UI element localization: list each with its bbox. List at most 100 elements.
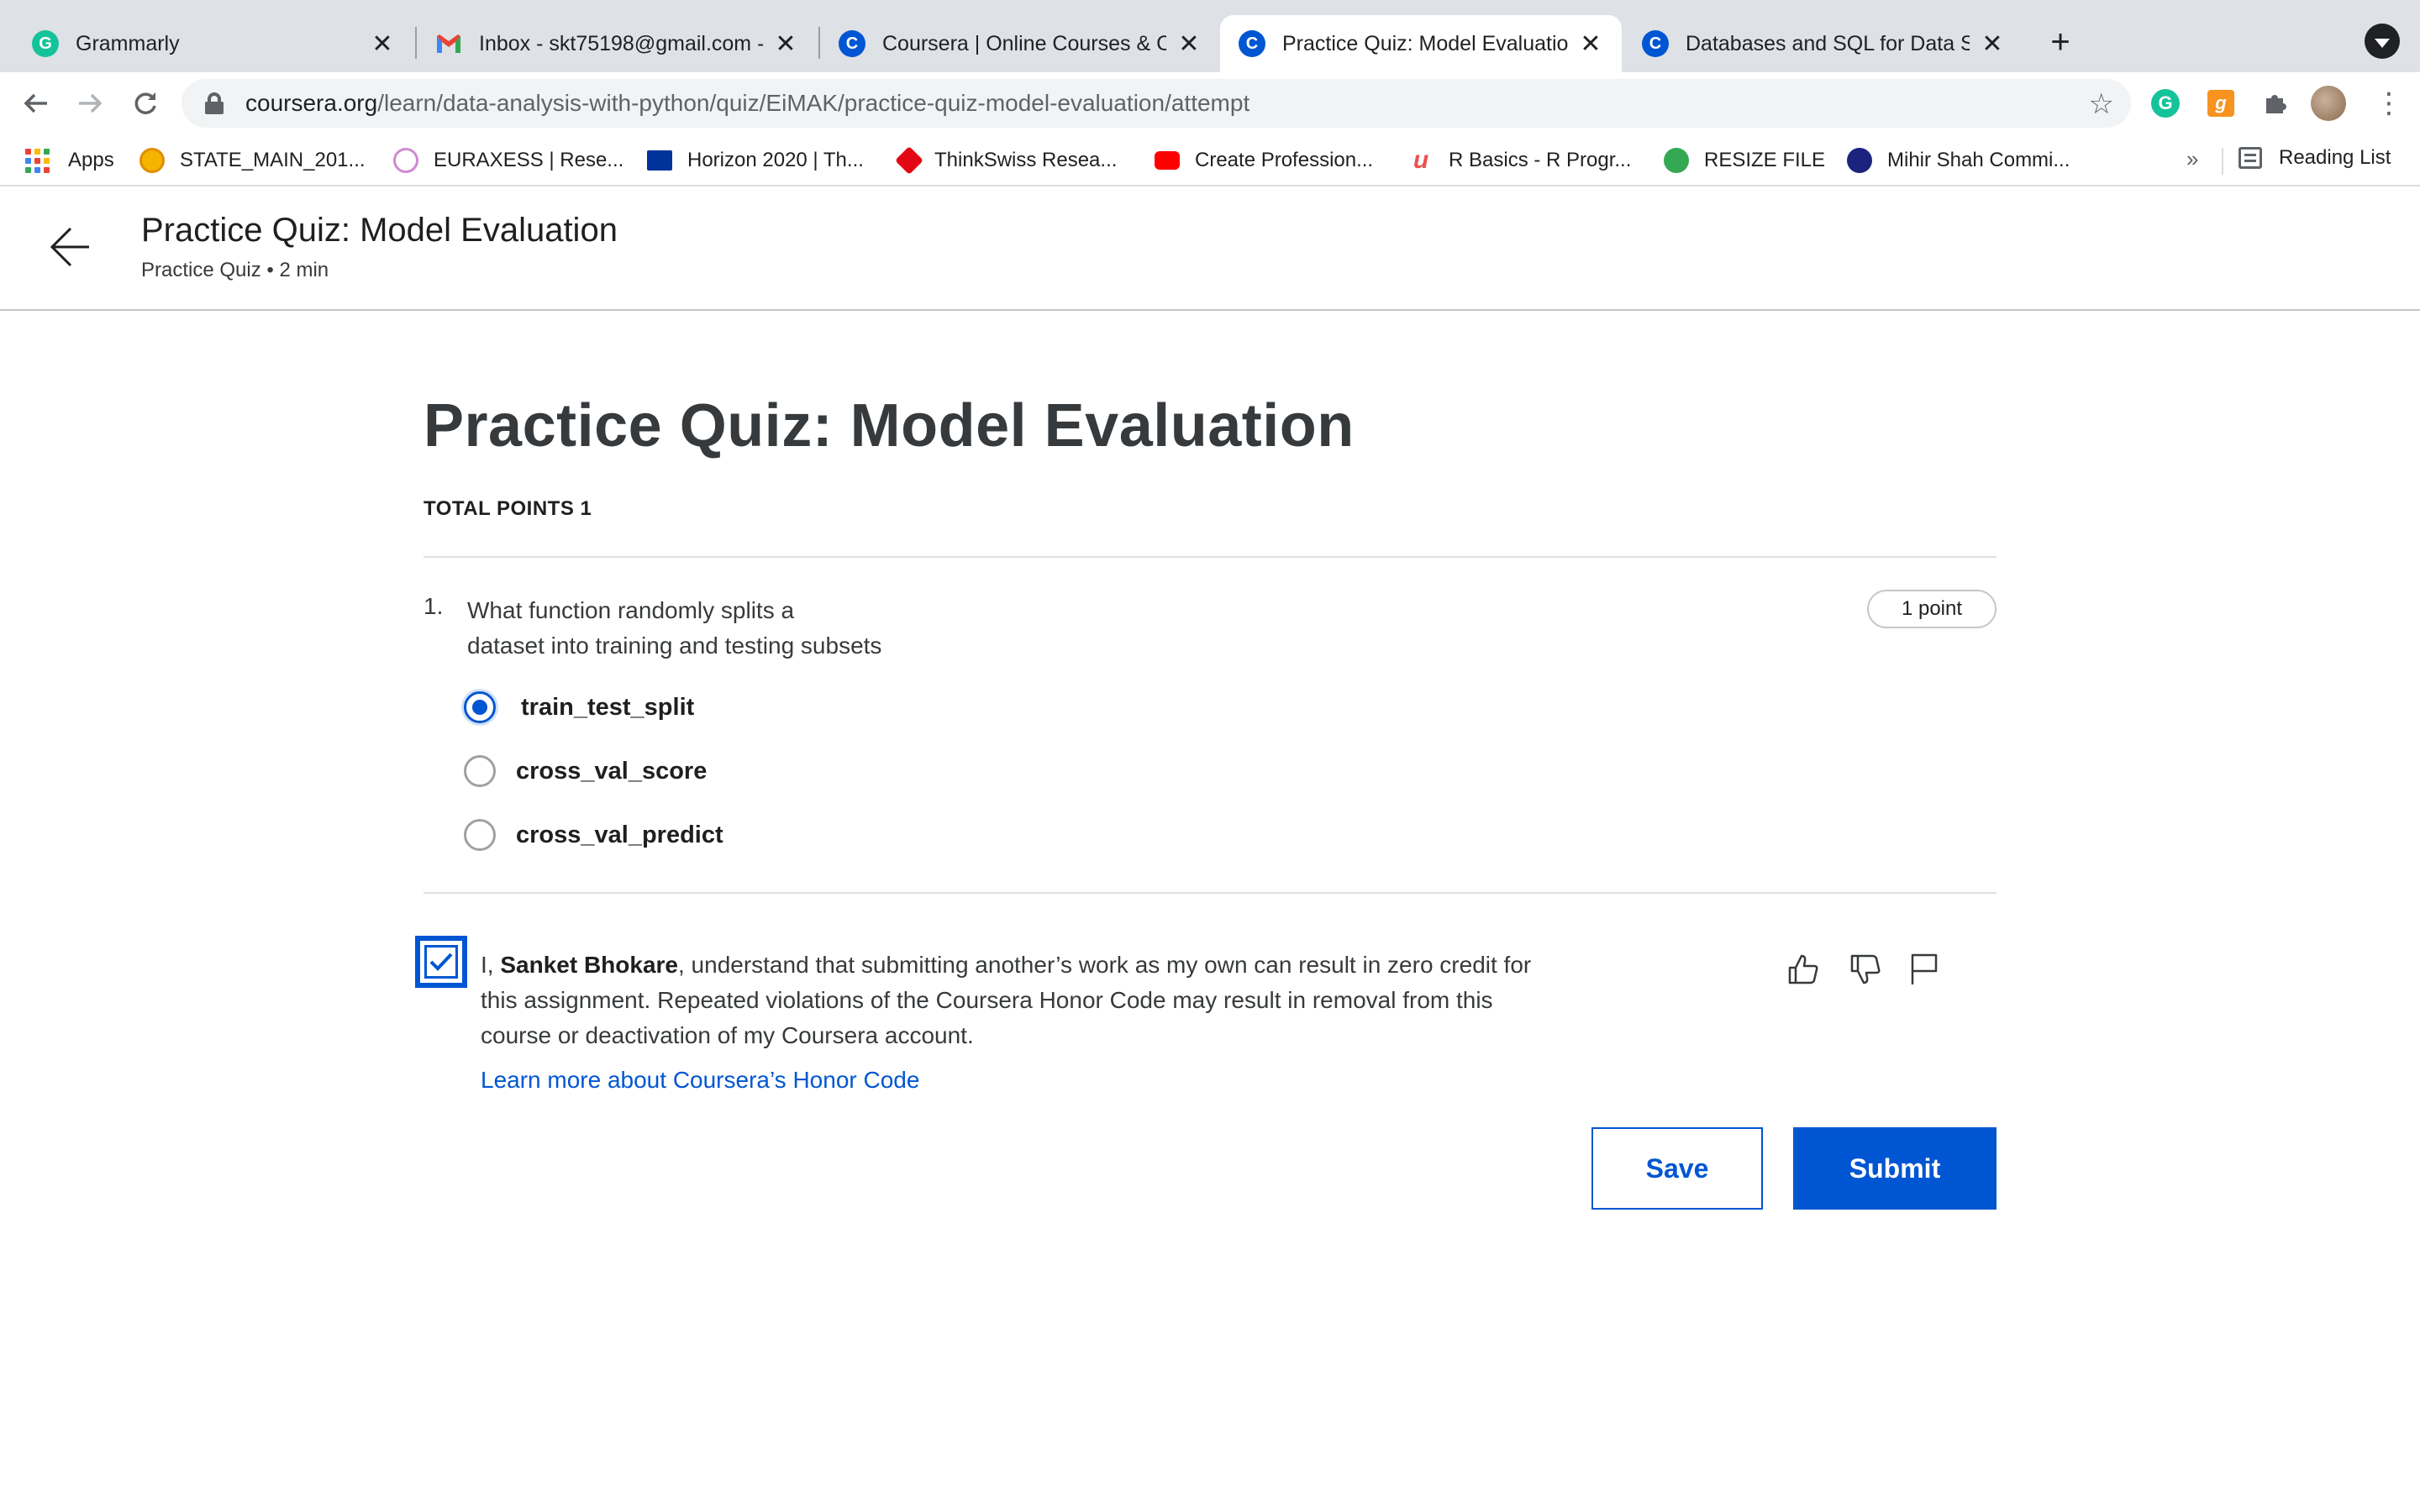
euraxess-icon bbox=[393, 148, 418, 173]
option-cross-val-score[interactable]: cross_val_score bbox=[464, 754, 707, 788]
tab-title: Grammarly bbox=[76, 31, 180, 55]
honor-code-link[interactable]: Learn more about Coursera’s Honor Code bbox=[481, 1067, 919, 1094]
radio-button[interactable] bbox=[464, 755, 496, 787]
save-button[interactable]: Save bbox=[1591, 1127, 1763, 1210]
tab-grammarly[interactable]: G Grammarly ✕ bbox=[13, 15, 413, 72]
mihir-icon bbox=[1847, 148, 1872, 173]
question-text-line: dataset into training and testing subset… bbox=[467, 633, 882, 659]
coursera-icon: C bbox=[839, 30, 865, 57]
bookmark-mihir-shah[interactable]: Mihir Shah Commi... bbox=[1847, 146, 2070, 175]
bookmark-resize-file[interactable]: RESIZE FILE bbox=[1664, 146, 1825, 175]
honor-line: I, Sanket Bhokare, understand that submi… bbox=[481, 952, 1532, 978]
tab-title: Databases and SQL for Data Sc bbox=[1686, 31, 1970, 55]
bookmark-label: Horizon 2020 | Th... bbox=[687, 149, 864, 171]
bookmark-star-icon[interactable]: ☆ bbox=[2089, 87, 2114, 121]
arrow-left-icon bbox=[50, 227, 89, 267]
reading-list-label: Reading List bbox=[2279, 146, 2391, 169]
divider bbox=[424, 556, 1996, 558]
bookmark-label: Create Profession... bbox=[1195, 149, 1374, 171]
forward-button[interactable] bbox=[71, 84, 109, 123]
tab-title: Inbox - skt75198@gmail.com - bbox=[479, 31, 763, 55]
honor-code-statement: I, Sanket Bhokare, understand that submi… bbox=[481, 948, 1607, 1053]
new-tab-button[interactable]: + bbox=[2040, 22, 2081, 62]
tab-coursera[interactable]: C Coursera | Online Courses & Cr ✕ bbox=[820, 15, 1220, 72]
honor-line: course or deactivation of my Coursera ac… bbox=[481, 1022, 974, 1048]
back-to-course-button[interactable] bbox=[47, 223, 94, 270]
puzzle-extensions-icon[interactable] bbox=[2259, 87, 2291, 119]
url-text: coursera.org/learn/data-analysis-with-py… bbox=[245, 90, 1250, 116]
close-icon[interactable]: ✕ bbox=[773, 29, 798, 59]
quiz-page-header: Practice Quiz: Model Evaluation Practice… bbox=[0, 188, 2420, 311]
bookmark-label: Apps bbox=[68, 149, 114, 171]
bookmark-label: STATE_MAIN_201... bbox=[180, 149, 366, 171]
state-icon bbox=[139, 148, 165, 173]
tab-search-icon[interactable] bbox=[2365, 24, 2400, 59]
bookmark-r-basics[interactable]: u R Basics - R Progr... bbox=[1408, 146, 1632, 175]
submit-button[interactable]: Submit bbox=[1793, 1127, 1996, 1210]
bookmarks-bar: Apps STATE_MAIN_201... EURAXESS | Rese..… bbox=[0, 134, 2420, 186]
browser-menu-icon[interactable]: ⋮ bbox=[2375, 86, 2403, 121]
option-label: cross_val_predict bbox=[516, 821, 723, 848]
checkmark-icon bbox=[429, 953, 453, 971]
radio-button[interactable] bbox=[464, 819, 496, 851]
coursera-icon: C bbox=[1642, 30, 1669, 57]
arrow-right-icon bbox=[79, 93, 103, 113]
bookmark-apps[interactable]: Apps bbox=[25, 146, 114, 175]
close-icon[interactable]: ✕ bbox=[1176, 29, 1202, 59]
close-icon[interactable]: ✕ bbox=[370, 29, 395, 59]
tab-practice-quiz[interactable]: C Practice Quiz: Model Evaluation ✕ bbox=[1220, 15, 1622, 72]
bookmark-state-main[interactable]: STATE_MAIN_201... bbox=[139, 146, 366, 175]
honor-code-checkbox[interactable] bbox=[415, 936, 467, 988]
bookmark-create-profession[interactable]: Create Profession... bbox=[1155, 146, 1373, 175]
reload-icon bbox=[134, 92, 156, 114]
gmail-icon bbox=[435, 30, 462, 57]
udemy-icon: u bbox=[1413, 146, 1429, 174]
resize-file-icon bbox=[1664, 148, 1689, 173]
option-cross-val-predict[interactable]: cross_val_predict bbox=[464, 818, 723, 852]
tab-databases-sql[interactable]: C Databases and SQL for Data Sc ✕ bbox=[1623, 15, 2023, 72]
lock-icon bbox=[205, 92, 224, 114]
tab-title: Coursera | Online Courses & Cr bbox=[882, 31, 1166, 55]
bookmark-euraxess[interactable]: EURAXESS | Rese... bbox=[393, 146, 623, 175]
bookmark-label: R Basics - R Progr... bbox=[1449, 149, 1632, 171]
bookmark-label: Mihir Shah Commi... bbox=[1887, 149, 2070, 171]
tab-gmail[interactable]: Inbox - skt75198@gmail.com - ✕ bbox=[417, 15, 817, 72]
close-icon[interactable]: ✕ bbox=[1980, 29, 2005, 59]
points-badge: 1 point bbox=[1867, 590, 1996, 628]
honey-extension-icon[interactable]: g bbox=[2205, 87, 2237, 119]
option-label: cross_val_score bbox=[516, 757, 708, 785]
apps-grid-icon bbox=[25, 148, 50, 173]
grammarly-extension-icon[interactable]: G bbox=[2149, 87, 2181, 119]
checkbox-box bbox=[424, 945, 458, 979]
youtube-icon bbox=[1155, 151, 1180, 170]
total-points: TOTAL POINTS 1 bbox=[424, 497, 592, 520]
flag-icon[interactable] bbox=[1906, 951, 1943, 988]
more-bookmarks-icon[interactable]: » bbox=[2186, 146, 2198, 172]
header-title: Practice Quiz: Model Evaluation bbox=[141, 212, 618, 249]
radio-button-selected[interactable] bbox=[464, 691, 496, 723]
profile-avatar[interactable] bbox=[2311, 86, 2346, 121]
address-bar[interactable]: coursera.org/learn/data-analysis-with-py… bbox=[182, 79, 2131, 128]
bookmark-label: ThinkSwiss Resea... bbox=[934, 149, 1118, 171]
question-number: 1. bbox=[424, 593, 444, 619]
header-subtitle: Practice Quiz • 2 min bbox=[141, 259, 329, 281]
eu-flag-icon bbox=[647, 150, 672, 171]
bookmark-thinkswiss[interactable]: ThinkSwiss Resea... bbox=[895, 146, 1118, 175]
back-button[interactable] bbox=[17, 84, 55, 123]
quiz-title: Practice Quiz: Model Evaluation bbox=[424, 392, 1355, 459]
honor-line: this assignment. Repeated violations of … bbox=[481, 987, 1493, 1013]
reading-list-button[interactable]: Reading List bbox=[2238, 146, 2391, 170]
bookmarks-divider bbox=[2222, 148, 2223, 175]
reload-button[interactable] bbox=[126, 84, 165, 123]
question-text: What function randomly splits a dataset … bbox=[467, 593, 938, 664]
close-icon[interactable]: ✕ bbox=[1578, 29, 1603, 59]
thumbs-up-icon[interactable] bbox=[1785, 951, 1822, 988]
bookmark-label: EURAXESS | Rese... bbox=[434, 149, 624, 171]
divider bbox=[424, 892, 1996, 894]
tab-strip: G Grammarly ✕ Inbox - skt75198@gmail.com… bbox=[0, 0, 2420, 72]
bookmark-horizon-2020[interactable]: Horizon 2020 | Th... bbox=[647, 146, 864, 175]
thumbs-down-icon[interactable] bbox=[1847, 951, 1884, 988]
option-label: train_test_split bbox=[521, 693, 695, 721]
question-text-line: What function randomly splits a bbox=[467, 597, 795, 623]
option-train-test-split[interactable]: train_test_split bbox=[464, 690, 694, 724]
